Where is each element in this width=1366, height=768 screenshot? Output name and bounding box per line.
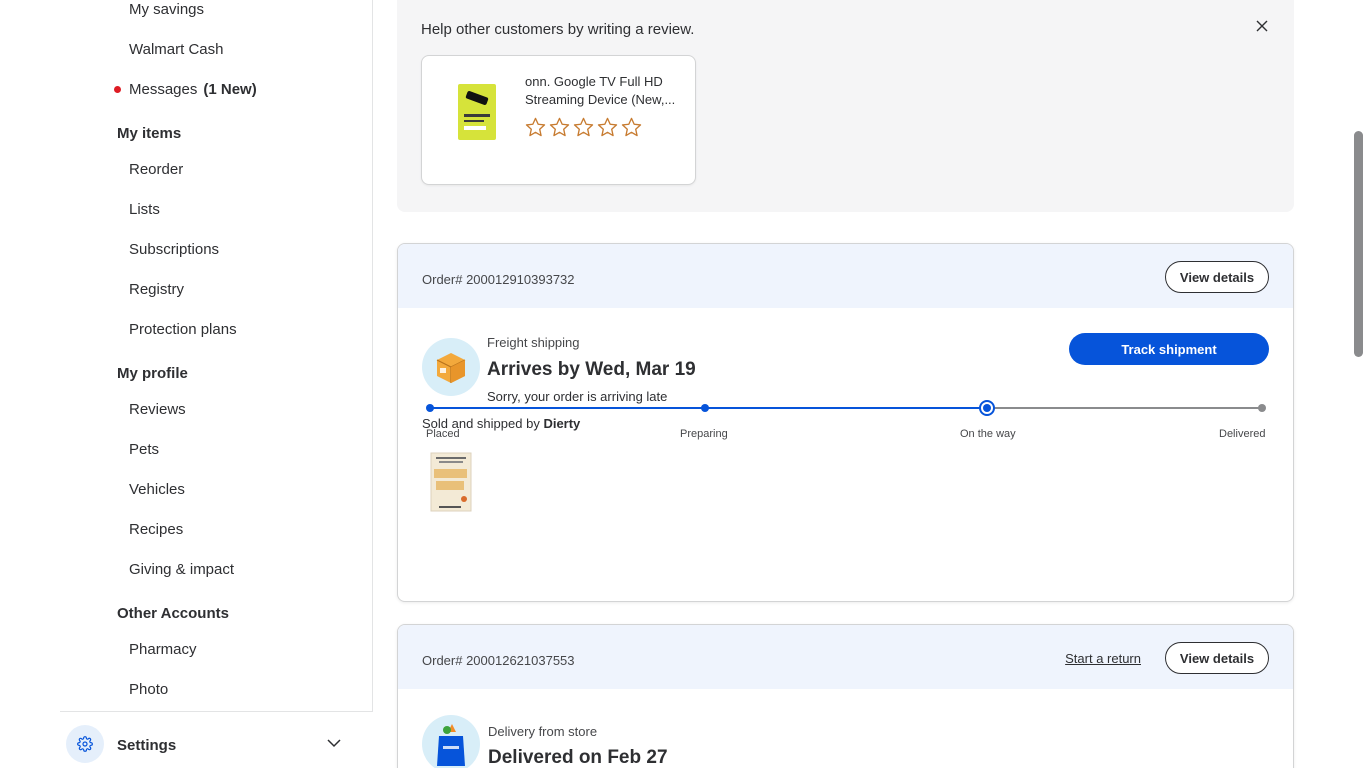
step-label-delivered: Delivered <box>1219 428 1266 440</box>
step-dot-preparing <box>701 404 709 412</box>
settings-toggle[interactable]: Settings <box>60 711 373 768</box>
close-icon[interactable] <box>1256 20 1268 32</box>
review-product-card: onn. Google TV Full HD Streaming Device … <box>421 55 696 185</box>
order-number: Order# 200012621037553 <box>422 653 575 668</box>
sidebar-item-reviews[interactable]: Reviews <box>129 401 186 419</box>
package-icon <box>422 338 480 396</box>
shipment-progress-tracker <box>426 400 1266 416</box>
sidebar-item-subscriptions[interactable]: Subscriptions <box>129 241 219 259</box>
star-rating-input[interactable] <box>524 116 643 139</box>
start-return-link[interactable]: Start a return <box>1065 651 1141 666</box>
progress-line-remaining <box>987 407 1262 409</box>
star-5-icon[interactable] <box>620 116 643 139</box>
step-dot-delivered <box>1258 404 1266 412</box>
sidebar-item-my-savings[interactable]: My savings <box>129 1 204 19</box>
gear-icon <box>66 725 104 763</box>
sidebar-item-protection-plans[interactable]: Protection plans <box>129 321 237 339</box>
sidebar-item-recipes[interactable]: Recipes <box>129 521 183 539</box>
star-4-icon[interactable] <box>596 116 619 139</box>
review-product-name: onn. Google TV Full HD Streaming Device … <box>525 74 676 107</box>
section-heading-my-items: My items <box>117 125 182 142</box>
star-1-icon[interactable] <box>524 116 547 139</box>
sidebar-item-vehicles[interactable]: Vehicles <box>129 481 185 499</box>
track-shipment-button[interactable]: Track shipment <box>1069 333 1269 365</box>
step-label-placed: Placed <box>426 428 460 440</box>
shopping-bag-icon <box>422 715 480 768</box>
unread-dot-icon <box>114 86 121 93</box>
scrollbar-thumb[interactable] <box>1354 131 1363 357</box>
step-dot-current <box>979 400 995 416</box>
account-sidebar: My savings Walmart Cash Messages (1 New) … <box>60 0 373 768</box>
order-header: Order# 200012621037553 Start a return Vi… <box>398 625 1293 689</box>
sidebar-item-walmart-cash[interactable]: Walmart Cash <box>129 41 223 59</box>
streaming-device-product-image <box>458 84 496 140</box>
step-label-on-the-way: On the way <box>960 428 1016 440</box>
sidebar-item-reorder[interactable]: Reorder <box>129 161 183 179</box>
section-heading-other-accounts: Other Accounts <box>117 605 229 622</box>
view-details-button[interactable]: View details <box>1165 261 1269 293</box>
chevron-down-icon <box>327 739 341 748</box>
step-dot-placed <box>426 404 434 412</box>
order-header: Order# 200012910393732 View details <box>398 244 1293 308</box>
star-3-icon[interactable] <box>572 116 595 139</box>
settings-label: Settings <box>117 737 177 754</box>
delivery-note: Sorry, your order is arriving late <box>487 389 668 404</box>
sidebar-item-lists[interactable]: Lists <box>129 201 160 219</box>
star-2-icon[interactable] <box>548 116 571 139</box>
view-details-button[interactable]: View details <box>1165 642 1269 674</box>
sidebar-item-pharmacy[interactable]: Pharmacy <box>129 641 197 659</box>
book-product-image[interactable] <box>430 452 472 512</box>
sidebar-item-photo[interactable]: Photo <box>129 681 168 699</box>
sidebar-item-registry[interactable]: Registry <box>129 281 184 299</box>
delivery-status: Arrives by Wed, Mar 19 <box>487 359 696 380</box>
delivery-status: Delivered on Feb 27 <box>488 747 668 768</box>
messages-label: Messages <box>129 81 198 98</box>
sidebar-item-giving-impact[interactable]: Giving & impact <box>129 561 234 579</box>
sidebar-item-messages[interactable]: Messages (1 New) <box>114 81 257 99</box>
order-card: Order# 200012910393732 View details Frei… <box>397 243 1294 602</box>
order-number: Order# 200012910393732 <box>422 272 575 287</box>
step-label-preparing: Preparing <box>680 428 728 440</box>
page-scrollbar[interactable] <box>1351 0 1366 768</box>
review-prompt-text: Help other customers by writing a review… <box>421 21 695 38</box>
shipping-type: Delivery from store <box>488 724 598 739</box>
sidebar-item-pets[interactable]: Pets <box>129 441 159 459</box>
shipping-type: Freight shipping <box>487 335 580 350</box>
review-prompt-card: Help other customers by writing a review… <box>397 0 1294 212</box>
section-heading-my-profile: My profile <box>117 365 188 382</box>
messages-new-badge: (1 New) <box>203 81 257 98</box>
seller-name: Dierty <box>543 416 581 431</box>
order-card: Order# 200012621037553 Start a return Vi… <box>397 624 1294 768</box>
